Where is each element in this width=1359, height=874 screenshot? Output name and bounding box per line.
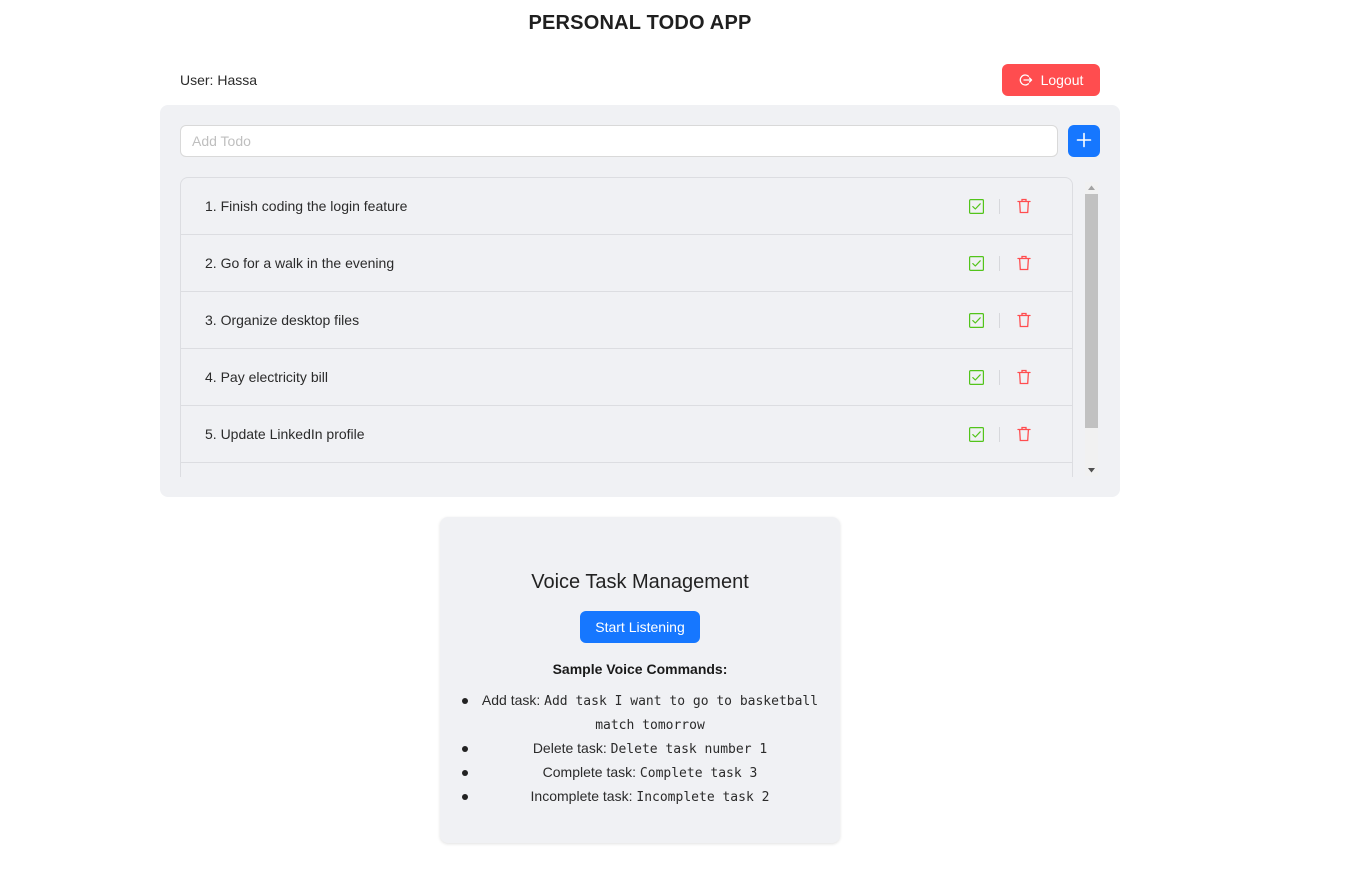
logout-button[interactable]: Logout <box>1002 64 1100 96</box>
logout-icon <box>1019 73 1033 87</box>
check-square-icon[interactable] <box>969 370 985 386</box>
todo-item: 5. Update LinkedIn profile <box>181 406 1072 463</box>
scroll-down-arrow-icon[interactable] <box>1085 465 1098 476</box>
list-item: Add task: Add task I want to go to baske… <box>462 689 820 737</box>
todo-panel: 1. Finish coding the login feature 2. Go… <box>160 105 1120 497</box>
logout-label: Logout <box>1040 72 1084 88</box>
list-item: Complete task: Complete task 3 <box>462 761 820 785</box>
command-example: Incomplete task 2 <box>636 790 770 805</box>
check-square-icon[interactable] <box>969 256 985 272</box>
trash-icon[interactable] <box>1017 198 1031 214</box>
list-item: Incomplete task: Incomplete task 2 <box>462 785 820 809</box>
action-divider <box>999 199 1000 214</box>
check-square-icon[interactable] <box>969 427 985 443</box>
todo-item: 4. Pay electricity bill <box>181 349 1072 406</box>
command-example: Delete task number 1 <box>610 742 768 757</box>
action-divider <box>999 370 1000 385</box>
todo-item: 2. Go for a walk in the evening <box>181 235 1072 292</box>
command-label: Add task: <box>481 692 545 708</box>
trash-icon[interactable] <box>1017 369 1031 385</box>
command-label: Incomplete task: <box>530 788 637 804</box>
voice-task-card: Voice Task Management Start Listening Sa… <box>440 517 840 843</box>
list-item: Delete task: Delete task number 1 <box>462 737 820 761</box>
check-square-icon[interactable] <box>969 199 985 215</box>
app-title: PERSONAL TODO APP <box>528 12 752 34</box>
plus-icon <box>1076 132 1092 151</box>
action-divider <box>999 313 1000 328</box>
command-example: Complete task 3 <box>639 766 758 781</box>
scroll-up-arrow-icon[interactable] <box>1085 182 1098 193</box>
todo-text: 2. Go for a walk in the evening <box>205 255 395 271</box>
add-todo-button[interactable] <box>1068 125 1100 157</box>
command-label: Delete task: <box>532 740 611 756</box>
todo-text: 3. Organize desktop files <box>205 312 360 328</box>
sample-commands-list: Add task: Add task I want to go to baske… <box>462 689 820 809</box>
action-divider <box>999 256 1000 271</box>
trash-icon[interactable] <box>1017 426 1031 442</box>
todo-list[interactable]: 1. Finish coding the login feature 2. Go… <box>180 177 1073 477</box>
sample-commands-heading: Sample Voice Commands: <box>552 661 728 677</box>
todo-text: 4. Pay electricity bill <box>205 369 328 385</box>
todo-text: 5. Update LinkedIn profile <box>205 426 365 442</box>
start-listening-button[interactable]: Start Listening <box>580 611 700 643</box>
add-todo-input[interactable] <box>180 125 1058 157</box>
check-square-icon[interactable] <box>969 313 985 329</box>
command-example: Add task I want to go to basketball matc… <box>544 694 819 733</box>
trash-icon[interactable] <box>1017 255 1031 271</box>
scroll-thumb[interactable] <box>1085 194 1098 428</box>
todo-item: 1. Finish coding the login feature <box>181 178 1072 235</box>
action-divider <box>999 427 1000 442</box>
command-label: Complete task: <box>542 764 640 780</box>
todo-item: 3. Organize desktop files <box>181 292 1072 349</box>
todo-list-scrollbar[interactable] <box>1085 182 1098 476</box>
voice-title: Voice Task Management <box>531 571 749 593</box>
user-bar: User: Hassa Logout <box>160 64 1120 96</box>
todo-item-partial <box>181 463 1072 477</box>
user-label: User: Hassa <box>180 72 258 88</box>
trash-icon[interactable] <box>1017 312 1031 328</box>
todo-text: 1. Finish coding the login feature <box>205 198 408 214</box>
